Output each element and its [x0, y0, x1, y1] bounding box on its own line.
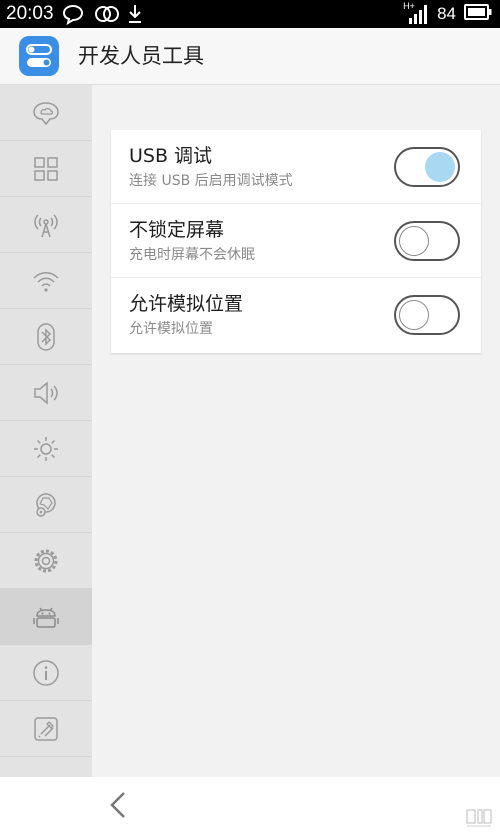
back-button[interactable]	[100, 787, 136, 823]
toggle-knob	[399, 226, 429, 256]
sidebar-item-location[interactable]	[0, 477, 92, 533]
info-icon	[33, 659, 59, 686]
sidebar-item-network[interactable]	[0, 197, 92, 253]
usb-debugging-toggle[interactable]	[394, 147, 460, 187]
sidebar-item-wifi[interactable]	[0, 253, 92, 309]
gear-icon	[34, 549, 58, 572]
settings-card: USB 调试 连接 USB 后启用调试模式 不锁定屏幕 充电时屏幕不会休眠 允许…	[111, 130, 481, 353]
grid-icon	[34, 156, 58, 181]
battery-icon	[464, 4, 492, 24]
bluetooth-icon	[37, 322, 55, 351]
mock-location-toggle[interactable]	[394, 295, 460, 335]
chevron-left-icon	[110, 792, 125, 818]
sidebar	[0, 85, 92, 777]
speaker-icon	[34, 380, 58, 405]
setting-row-mock-location[interactable]: 允许模拟位置 允许模拟位置	[111, 278, 481, 352]
status-time: 20:03	[6, 3, 54, 24]
sidebar-item-apps[interactable]	[0, 141, 92, 197]
sidebar-item-sound[interactable]	[0, 365, 92, 421]
stay-awake-toggle[interactable]	[394, 221, 460, 261]
sidebar-item-theme[interactable]	[0, 701, 92, 757]
sidebar-item-cloud[interactable]	[0, 85, 92, 141]
app-bar: 开发人员工具	[0, 28, 500, 85]
setting-row-usb-debugging[interactable]: USB 调试 连接 USB 后启用调试模式	[111, 130, 481, 204]
setting-subtitle: 充电时屏幕不会休眠	[129, 247, 255, 263]
main-content: USB 调试 连接 USB 后启用调试模式 不锁定屏幕 充电时屏幕不会休眠 允许…	[92, 85, 500, 777]
bottom-bar	[0, 777, 500, 833]
watermark-logo	[464, 807, 494, 829]
page-title: 开发人员工具	[78, 44, 204, 68]
toggle-knob	[425, 152, 455, 182]
brush-icon	[34, 716, 58, 741]
sidebar-item-bluetooth[interactable]	[0, 309, 92, 365]
setting-title: 不锁定屏幕	[129, 219, 225, 241]
setting-subtitle: 允许模拟位置	[129, 321, 213, 337]
setting-title: 允许模拟位置	[129, 293, 244, 315]
link-rings-icon	[94, 3, 120, 29]
android-icon	[33, 607, 59, 628]
cloud-location-icon	[33, 101, 59, 125]
setting-title: USB 调试	[129, 145, 213, 167]
sidebar-item-settings[interactable]	[0, 533, 92, 589]
toggle-settings-icon	[19, 36, 59, 76]
toggle-knob	[399, 300, 429, 330]
antenna-icon	[34, 213, 58, 237]
signal-icon: H+	[403, 1, 429, 25]
sidebar-item-developer[interactable]	[0, 589, 92, 645]
sidebar-item-display[interactable]	[0, 421, 92, 477]
setting-row-stay-awake[interactable]: 不锁定屏幕 充电时屏幕不会休眠	[111, 204, 481, 278]
location-pin-icon	[36, 492, 56, 517]
sidebar-item-about[interactable]	[0, 645, 92, 701]
chat-bubble-icon	[62, 3, 84, 29]
download-icon	[126, 3, 144, 29]
brightness-icon	[34, 436, 58, 461]
battery-percent: 84	[437, 4, 456, 23]
status-right: H+ 84	[403, 1, 492, 25]
wifi-icon	[33, 271, 59, 292]
status-bar: 20:03 H+ 84	[0, 0, 500, 28]
setting-subtitle: 连接 USB 后启用调试模式	[129, 173, 293, 189]
